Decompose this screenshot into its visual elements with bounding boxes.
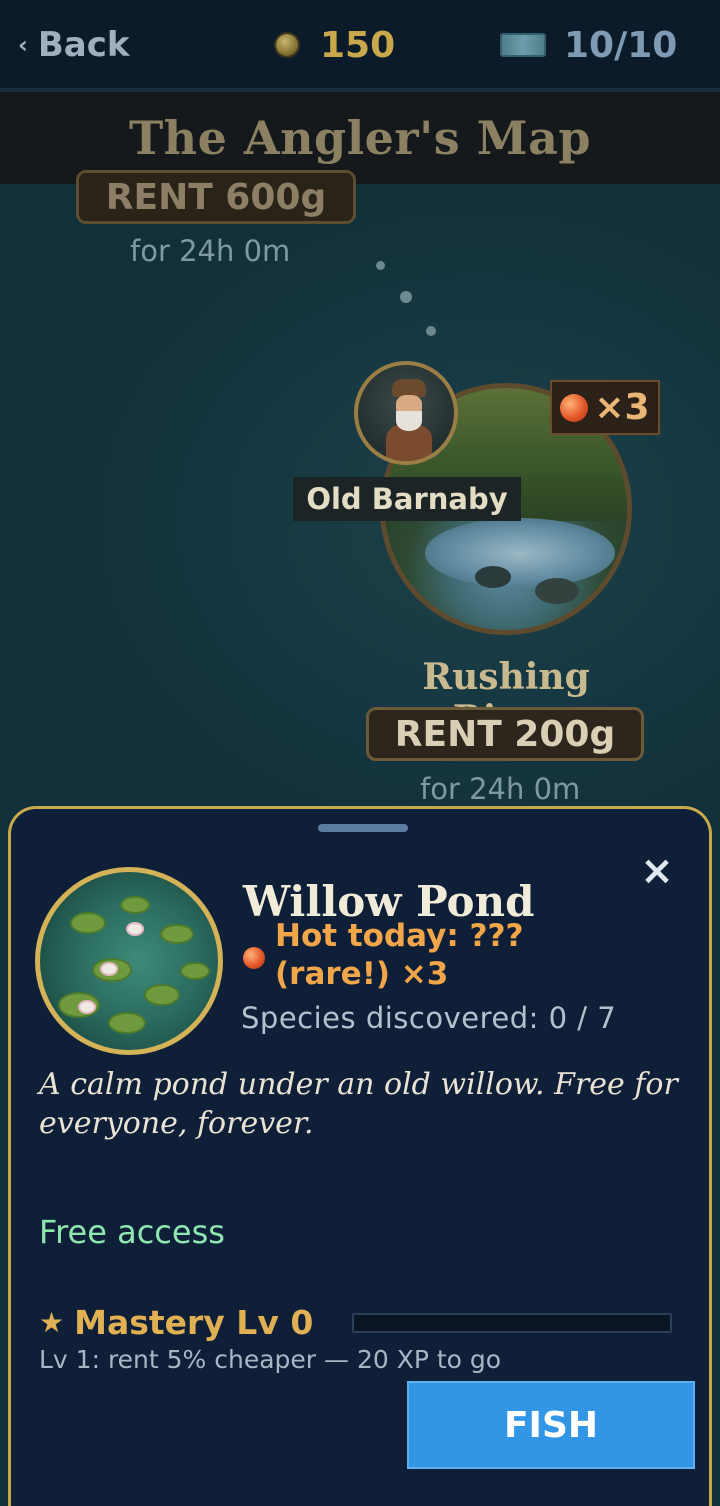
rent-button[interactable]: RENT 200g xyxy=(366,707,644,761)
lily-pad xyxy=(144,984,180,1006)
mastery-progress-bar xyxy=(352,1313,672,1333)
chevron-left-icon: ‹ xyxy=(18,31,28,59)
sheet-drag-handle[interactable] xyxy=(318,824,408,832)
hot-today: Hot today: ??? (rare!) ×3 xyxy=(243,917,583,993)
ticket-amount: 10/10 xyxy=(564,24,678,66)
location-description: A calm pond under an old willow. Free fo… xyxy=(39,1067,678,1141)
coin-counter: 150 xyxy=(276,22,395,68)
river-rock xyxy=(475,566,511,588)
rent-button[interactable]: RENT 600g xyxy=(76,170,356,224)
river-water xyxy=(425,518,615,588)
close-icon[interactable]: × xyxy=(637,848,677,894)
hot-fish-icon xyxy=(560,393,589,422)
location-detail-sheet: × Willow Pond Hot today: ??? (rare!) ×3 … xyxy=(8,806,712,1506)
npc-avatar[interactable] xyxy=(354,361,458,465)
lily-pad xyxy=(180,962,210,980)
lily-pad xyxy=(160,924,194,944)
hot-today-text: Hot today: ??? (rare!) ×3 xyxy=(275,918,524,992)
coin-amount: 150 xyxy=(320,24,396,66)
river-rock xyxy=(535,578,579,604)
npc-name: Old Barnaby xyxy=(293,477,521,521)
species-discovered: Species discovered: 0 / 7 xyxy=(241,1001,617,1035)
lotus-flower xyxy=(128,924,142,934)
path-dot xyxy=(400,291,412,303)
next-level-info: Lv 1: rent 5% cheaper — 20 XP to go xyxy=(39,1345,502,1374)
lily-pad xyxy=(120,896,150,914)
npc-body xyxy=(386,425,432,461)
top-bar: ‹ Back 150 10/10 xyxy=(0,0,720,90)
ticket-icon xyxy=(500,33,546,57)
hot-badge: ×3 xyxy=(550,380,660,435)
fish-button[interactable]: FISH xyxy=(407,1381,695,1469)
page-title: The Angler's Map xyxy=(128,111,592,165)
back-button[interactable]: ‹ Back xyxy=(18,22,130,68)
path-dot xyxy=(376,261,385,270)
rent-duration: for 24h 0m xyxy=(130,234,291,268)
hot-fish-icon xyxy=(243,947,265,969)
access-status: Free access xyxy=(39,1213,225,1251)
rent-duration: for 24h 0m xyxy=(420,772,581,806)
lily-pad xyxy=(70,912,106,934)
mastery-level: ★ Mastery Lv 0 xyxy=(39,1303,313,1342)
mastery-label: Mastery Lv 0 xyxy=(74,1303,314,1342)
hot-multiplier: ×3 xyxy=(594,387,650,428)
ticket-counter: 10/10 xyxy=(500,22,677,68)
location-image xyxy=(35,867,223,1055)
npc-beard xyxy=(396,411,422,431)
lily-pad xyxy=(108,1012,146,1034)
back-label: Back xyxy=(37,25,130,65)
path-dot xyxy=(426,326,436,336)
lotus-flower xyxy=(80,1002,94,1012)
star-icon: ★ xyxy=(39,1306,65,1339)
coin-icon xyxy=(276,34,298,56)
lotus-flower xyxy=(102,964,116,974)
